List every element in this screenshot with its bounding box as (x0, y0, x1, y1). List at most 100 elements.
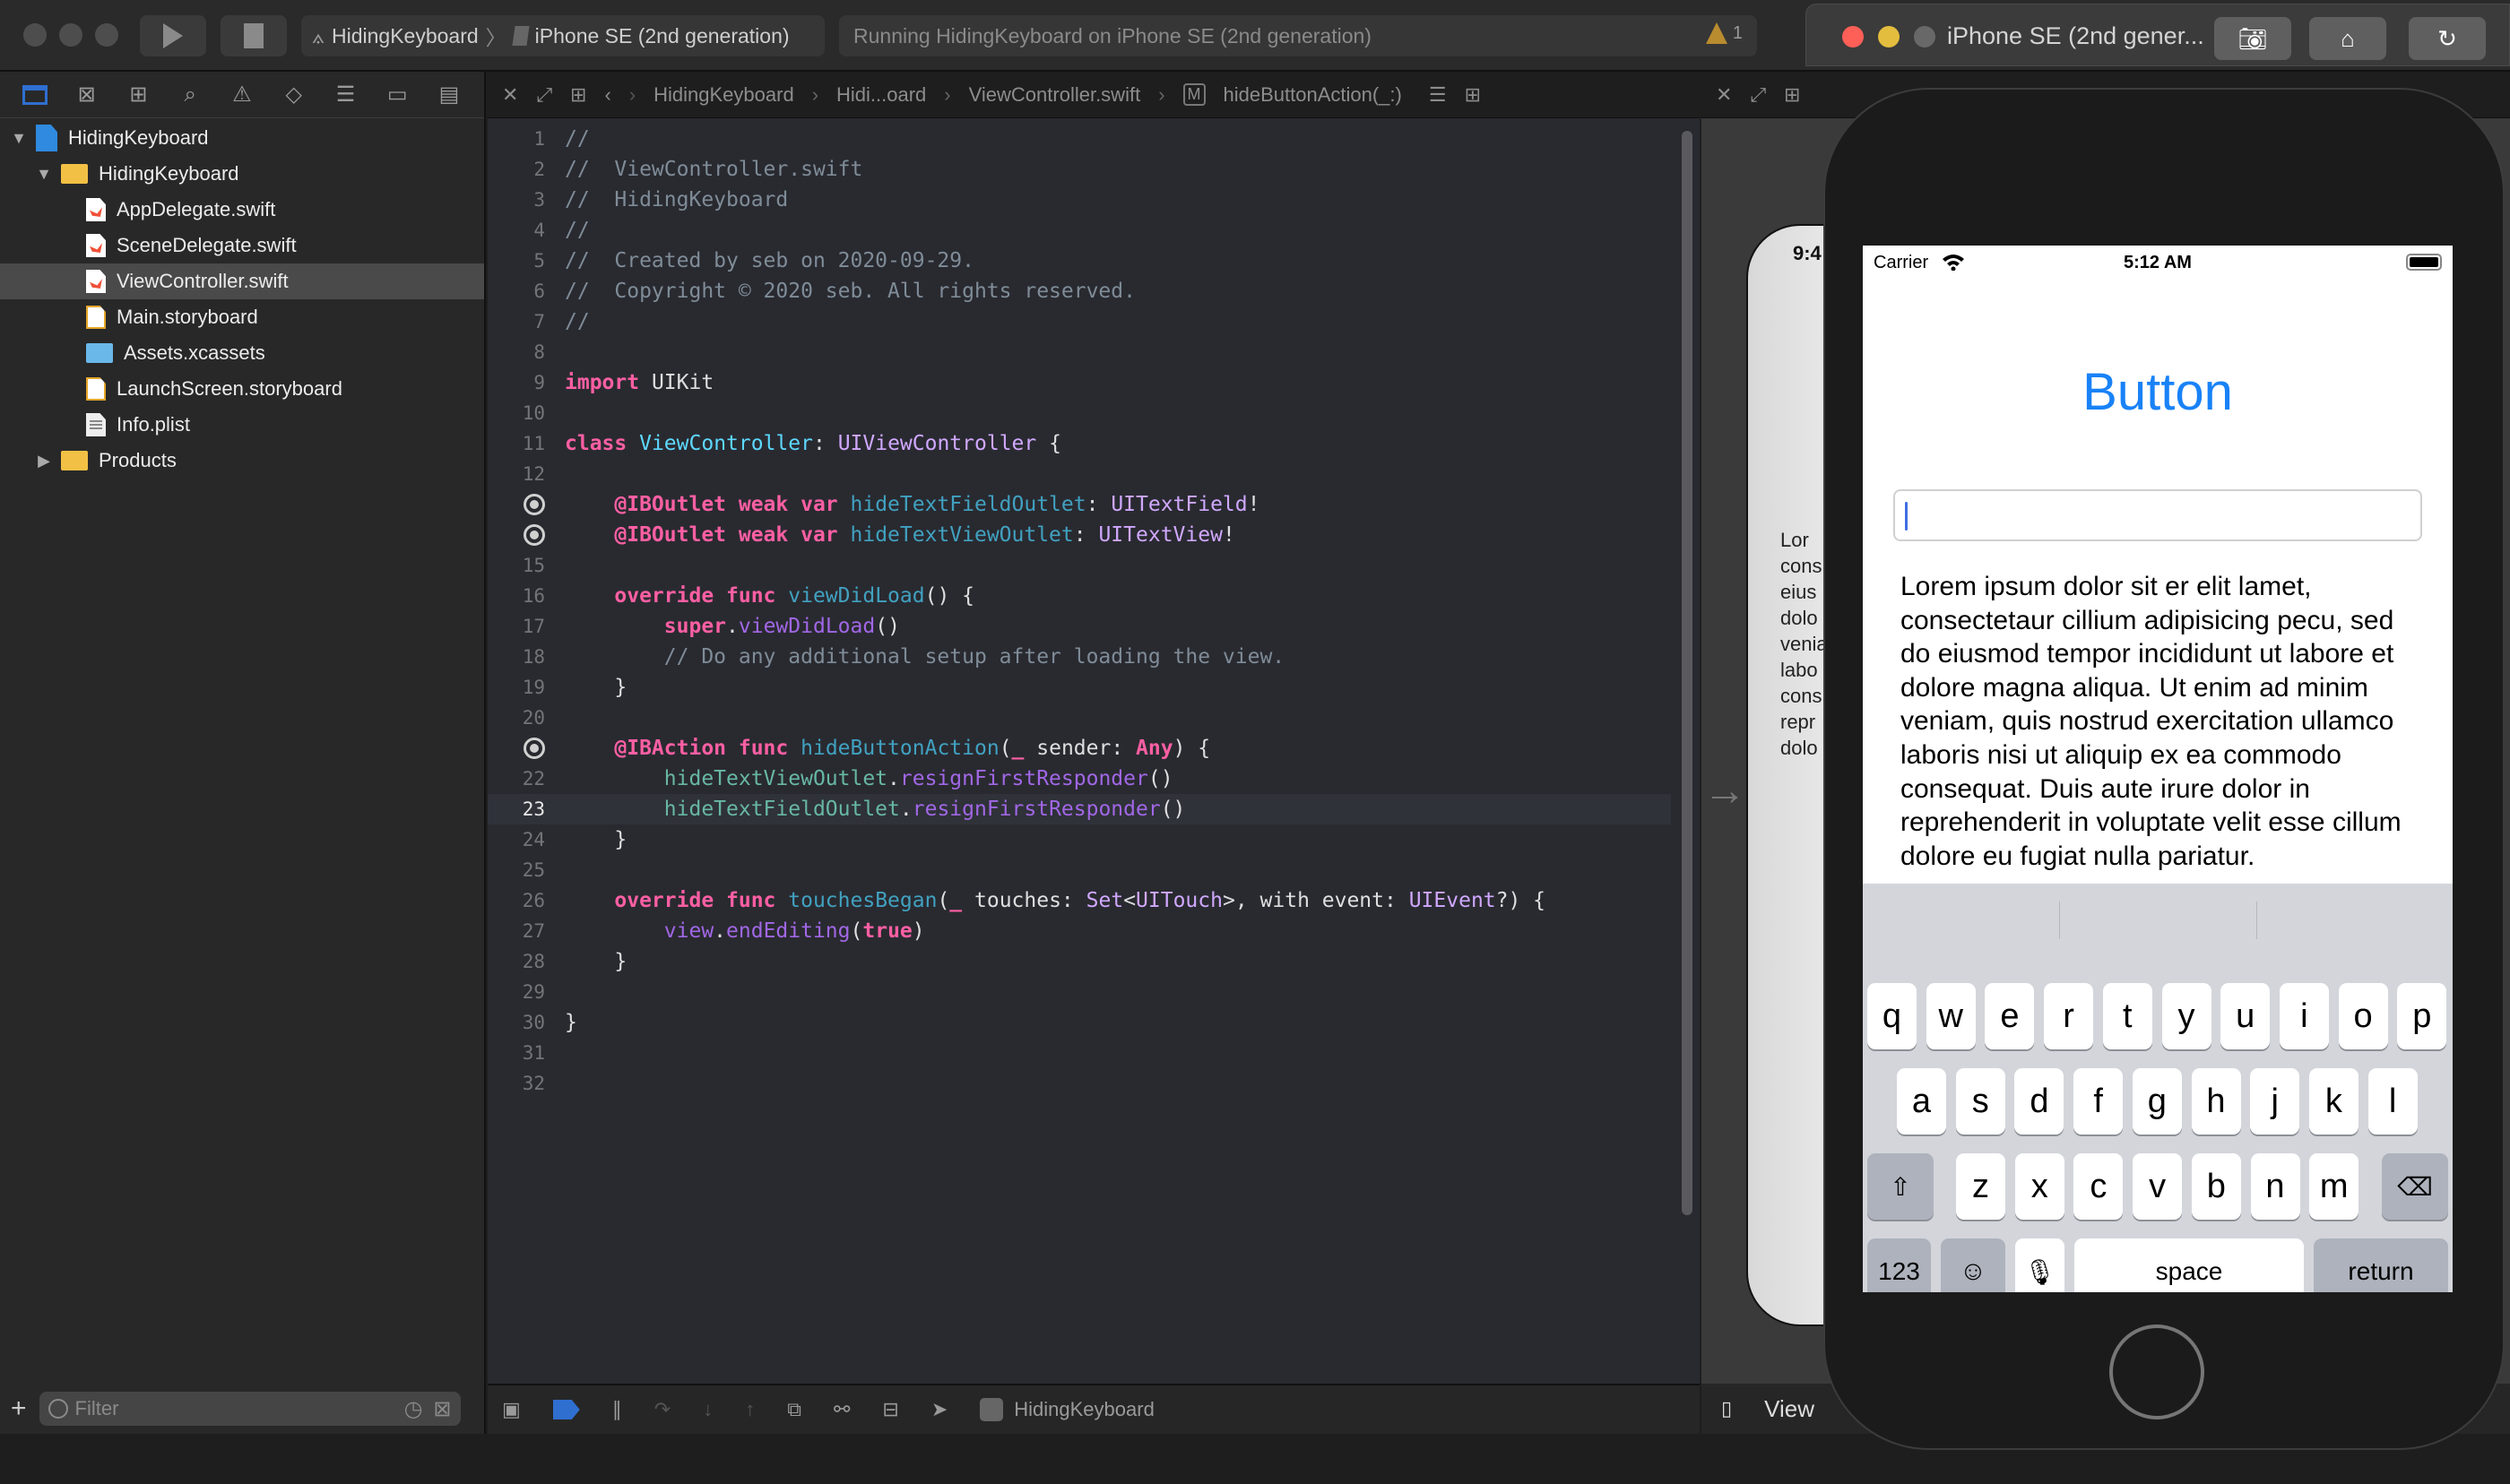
key-u[interactable]: u (2220, 983, 2271, 1049)
file-tree-item[interactable]: Main.storyboard (0, 299, 484, 335)
key-l[interactable]: l (2367, 1068, 2418, 1135)
line-number[interactable]: 19 (488, 672, 558, 703)
line-number[interactable]: 15 (488, 550, 558, 581)
close-window-button[interactable] (23, 23, 47, 47)
disclosure-expanded-icon[interactable]: ▼ (34, 165, 54, 184)
key-k[interactable]: k (2308, 1068, 2359, 1135)
test-navigator-tab[interactable]: ◇ (281, 82, 307, 108)
key-c[interactable]: c (2073, 1153, 2124, 1220)
key-t[interactable]: t (2102, 983, 2152, 1049)
hide-debug-area-icon[interactable]: ▣ (502, 1398, 521, 1421)
line-number[interactable]: 10 (488, 398, 558, 428)
debug-navigator-tab[interactable]: ☰ (332, 82, 359, 108)
code-line[interactable]: 26 override func touchesBegan(_ touches:… (488, 885, 1671, 916)
line-number[interactable]: 27 (488, 916, 558, 946)
key-a[interactable]: a (1897, 1068, 1946, 1135)
simulator-minimize-button[interactable] (1878, 26, 1900, 47)
pause-icon[interactable]: ∥ (612, 1398, 622, 1421)
jumpbar-group[interactable]: Hidi...oard (836, 83, 926, 107)
jumpbar-file[interactable]: ViewController.swift (969, 83, 1141, 107)
key-v[interactable]: v (2133, 1153, 2183, 1220)
key-n[interactable]: n (2250, 1153, 2300, 1220)
line-number[interactable]: 12 (488, 459, 558, 489)
outlet-connection-icon[interactable] (524, 738, 545, 759)
scheme-device[interactable]: iPhone SE (2nd generation) (535, 24, 790, 48)
file-tree-item[interactable]: AppDelegate.swift (0, 192, 484, 228)
code-line[interactable]: 22 hideTextViewOutlet.resignFirstRespond… (488, 764, 1671, 794)
editor-scrollbar[interactable] (1682, 131, 1692, 1215)
document-outline-icon[interactable]: ▯ (1721, 1397, 1732, 1420)
key-z[interactable]: z (1956, 1153, 2005, 1220)
line-number[interactable]: 8 (488, 337, 558, 367)
line-number[interactable]: 25 (488, 855, 558, 885)
recent-files-icon[interactable]: ◷ (404, 1396, 423, 1422)
step-over-icon[interactable]: ↷ (654, 1398, 671, 1421)
hide-button[interactable]: Button (1863, 362, 2453, 422)
key-s[interactable]: s (1955, 1068, 2005, 1135)
code-line[interactable]: 20 (488, 703, 1671, 733)
line-number[interactable] (488, 520, 558, 550)
line-number[interactable] (488, 733, 558, 764)
line-number[interactable]: 16 (488, 581, 558, 611)
outlet-connection-icon[interactable] (524, 524, 545, 546)
file-tree-item[interactable]: ▶ Products (0, 443, 484, 479)
line-number[interactable]: 18 (488, 642, 558, 672)
key-g[interactable]: g (2132, 1068, 2182, 1135)
view-as-label[interactable]: View (1764, 1395, 1814, 1423)
code-line[interactable]: 28 } (488, 946, 1671, 977)
code-line[interactable]: 27 view.endEditing(true) (488, 916, 1671, 946)
add-file-button[interactable]: + (11, 1393, 27, 1424)
line-number[interactable]: 28 (488, 946, 558, 977)
code-line[interactable]: @IBAction func hideButtonAction(_ sender… (488, 733, 1671, 764)
key-d[interactable]: d (2014, 1068, 2064, 1135)
code-line[interactable]: 19 } (488, 672, 1671, 703)
line-number[interactable]: 2 (488, 154, 558, 185)
delete-key[interactable]: ⌫ (2382, 1153, 2448, 1220)
disclosure-expanded-icon[interactable]: ▼ (9, 129, 29, 148)
filter-field[interactable]: Filter ◷ ⊠ (39, 1392, 461, 1426)
find-navigator-tab[interactable]: ⌕ (177, 82, 203, 108)
breakpoints-toggle-icon[interactable] (552, 1400, 580, 1419)
line-number[interactable]: 20 (488, 703, 558, 733)
code-line[interactable]: 15 (488, 550, 1671, 581)
file-tree-item[interactable]: ▼ HidingKeyboard (0, 120, 484, 156)
code-line[interactable]: 6 // Copyright © 2020 seb. All rights res… (488, 276, 1671, 306)
file-tree-item[interactable]: Assets.xcassets (0, 335, 484, 371)
key-h[interactable]: h (2191, 1068, 2241, 1135)
outlet-connection-icon[interactable] (524, 494, 545, 515)
issue-navigator-tab[interactable]: ⚠ (229, 82, 255, 108)
key-o[interactable]: o (2338, 983, 2388, 1049)
report-navigator-tab[interactable]: ▤ (436, 82, 463, 108)
warning-indicator[interactable]: 1 (1705, 22, 1743, 44)
line-number[interactable]: 30 (488, 1007, 558, 1038)
line-number[interactable]: 23 (488, 794, 558, 824)
rotate-button[interactable]: ↻ (2409, 17, 2486, 60)
code-line[interactable]: 11 class ViewController: UIViewController… (488, 428, 1671, 459)
home-button[interactable]: ⌂ (2309, 17, 2386, 60)
scheme-selector[interactable]: ⟑ HidingKeyboard 〉 iPhone SE (2nd genera… (301, 15, 825, 56)
run-button[interactable] (140, 15, 206, 56)
code-line[interactable]: 16 override func viewDidLoad() { (488, 581, 1671, 611)
code-line[interactable]: 2 // ViewController.swift (488, 154, 1671, 185)
key-j[interactable]: j (2250, 1068, 2300, 1135)
jumpbar-project[interactable]: HidingKeyboard (653, 83, 794, 107)
scheme-target[interactable]: HidingKeyboard (332, 24, 479, 48)
numbers-key[interactable]: 123 (1867, 1238, 1931, 1292)
code-line[interactable]: 1 // (488, 124, 1671, 154)
related-items-icon[interactable]: ⊞ (1784, 83, 1800, 107)
key-w[interactable]: w (1926, 983, 1976, 1049)
back-icon[interactable]: ‹ (604, 83, 610, 107)
file-tree-item[interactable]: Info.plist (0, 407, 484, 443)
step-into-icon[interactable]: ↓ (703, 1398, 713, 1421)
simulator-zoom-button[interactable] (1914, 26, 1935, 47)
code-line[interactable]: 23 hideTextFieldOutlet.resignFirstRespon… (488, 794, 1671, 824)
line-number[interactable]: 32 (488, 1068, 558, 1099)
code-line[interactable]: 17 super.viewDidLoad() (488, 611, 1671, 642)
code-line[interactable]: 29 (488, 977, 1671, 1007)
code-line[interactable]: 32 (488, 1068, 1671, 1099)
key-r[interactable]: r (2044, 983, 2094, 1049)
code-area[interactable]: 1 // 2 // ViewController.swift 3 // HidingKey… (488, 124, 1671, 1099)
environment-overrides-icon[interactable]: ⊟ (882, 1398, 898, 1421)
close-editor-icon[interactable]: ✕ (502, 83, 518, 107)
hide-text-field[interactable] (1893, 489, 2422, 541)
